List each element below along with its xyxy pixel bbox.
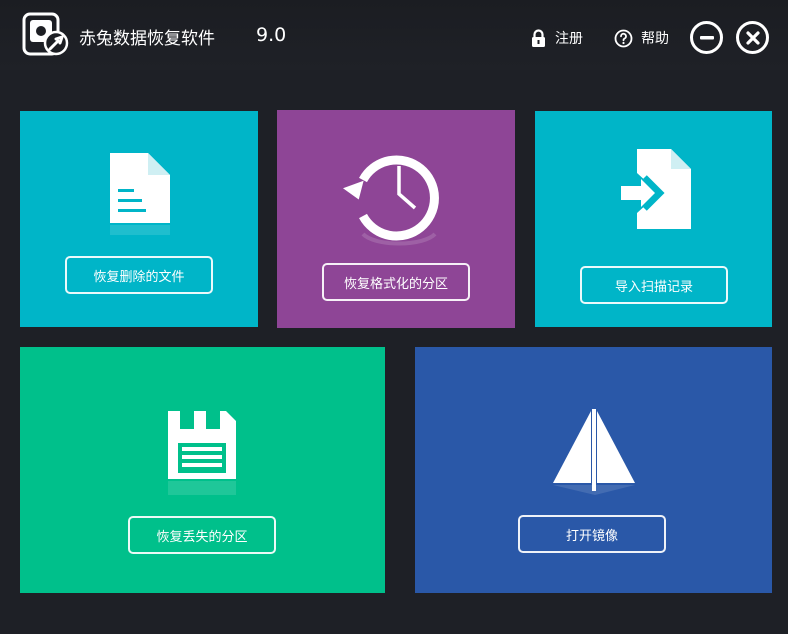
tile-recover-lost[interactable]: 恢复丢失的分区 — [20, 347, 385, 593]
question-circle-icon — [614, 29, 633, 47]
history-clock-icon — [343, 155, 439, 246]
register-link[interactable]: 注册 — [530, 26, 583, 50]
open-image-button[interactable]: 打开镜像 — [518, 515, 666, 553]
help-label: 帮助 — [641, 31, 669, 47]
help-link[interactable]: 帮助 — [614, 26, 669, 50]
tile-recover-deleted[interactable]: 恢复删除的文件 — [20, 111, 258, 327]
floppy-disk-icon — [168, 411, 236, 495]
title-bar: 赤兔数据恢复软件 9.0 注册 帮助 — [0, 0, 788, 70]
app-version: 9.0 — [256, 24, 287, 46]
import-file-icon — [617, 149, 691, 229]
minimize-button[interactable] — [690, 21, 723, 54]
minus-icon — [699, 35, 714, 39]
app-title: 赤兔数据恢复软件 — [79, 29, 215, 49]
register-label: 注册 — [555, 31, 583, 47]
lock-icon — [532, 28, 545, 47]
recover-lost-partition-button[interactable]: 恢复丢失的分区 — [128, 516, 276, 554]
import-scan-records-button[interactable]: 导入扫描记录 — [580, 266, 728, 304]
tile-import-scan[interactable]: 导入扫描记录 — [535, 111, 772, 327]
close-button[interactable] — [736, 21, 769, 54]
tile-open-image[interactable]: 打开镜像 — [415, 347, 772, 593]
close-icon — [745, 30, 760, 45]
sail-triangle-icon — [553, 409, 635, 495]
tile-recover-formatted[interactable]: 恢复格式化的分区 — [277, 110, 515, 328]
recover-deleted-files-button[interactable]: 恢复删除的文件 — [65, 256, 213, 294]
document-icon — [110, 153, 170, 235]
app-logo-icon — [22, 12, 70, 58]
recover-formatted-partition-button[interactable]: 恢复格式化的分区 — [322, 263, 470, 301]
